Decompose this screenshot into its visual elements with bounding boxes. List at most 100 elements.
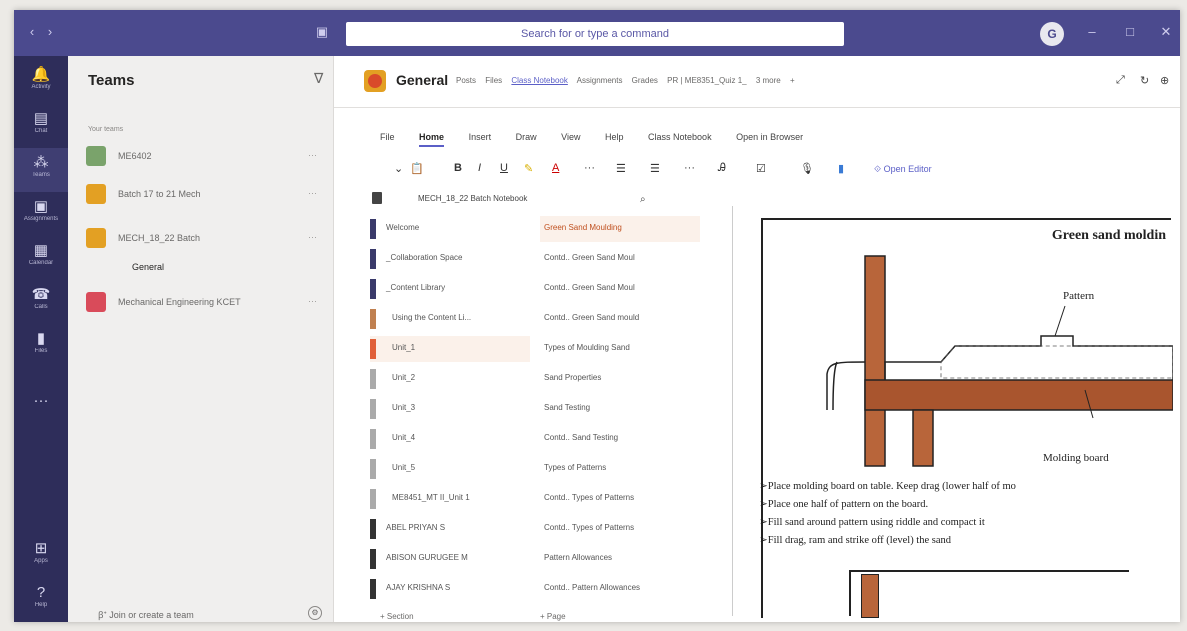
close-icon[interactable]: ✕ <box>1158 24 1174 40</box>
rail-help[interactable]: ? Help <box>14 578 68 622</box>
tab-quiz[interactable]: PR | ME8351_Quiz 1_ <box>667 76 746 85</box>
add-tab-icon[interactable]: + <box>790 76 795 85</box>
section-item[interactable]: Unit_3 <box>370 396 530 422</box>
dictate-icon[interactable]: 🎙 <box>800 162 814 175</box>
maximize-icon[interactable]: □ <box>1122 24 1138 40</box>
add-page-button[interactable]: + Page <box>540 612 566 621</box>
page-item[interactable]: Types of Moulding Sand <box>540 336 700 362</box>
minimize-icon[interactable]: – <box>1084 24 1100 40</box>
open-editor-button[interactable]: ⟐ Open Editor <box>874 164 932 175</box>
section-item[interactable]: Unit_2 <box>370 366 530 392</box>
more-options-icon[interactable]: ··· <box>308 188 317 198</box>
more-options-icon[interactable]: ··· <box>308 296 317 306</box>
tab-more[interactable]: 3 more <box>756 76 781 85</box>
page-item[interactable]: Sand Testing <box>540 396 700 422</box>
team-item[interactable]: Mechanical Engineering KCET ··· <box>86 292 326 314</box>
rail-calls[interactable]: ☎ Calls <box>14 280 68 324</box>
section-item[interactable]: Unit_4 <box>370 426 530 452</box>
underline-icon[interactable]: U <box>500 162 508 174</box>
rail-files[interactable]: ▮ Files <box>14 324 68 368</box>
ribbon-tab-insert[interactable]: Insert <box>469 132 492 142</box>
user-avatar[interactable]: G <box>1040 22 1064 46</box>
search-input[interactable]: Search for or type a command <box>346 22 844 46</box>
section-item[interactable]: Welcome <box>370 216 530 242</box>
team-item[interactable]: MECH_18_22 Batch ··· <box>86 228 326 250</box>
ribbon-tab-draw[interactable]: Draw <box>516 132 537 142</box>
page-item[interactable]: Contd.. Green Sand mould <box>540 306 700 332</box>
more-format-icon[interactable]: ··· <box>584 162 595 174</box>
page-canvas[interactable]: Green sand moldin Pattern Molding board … <box>732 206 1173 618</box>
undo-dropdown-icon[interactable]: ⌄ <box>394 162 403 175</box>
tab-files[interactable]: Files <box>485 76 502 85</box>
rail-calendar[interactable]: ▦ Calendar <box>14 236 68 280</box>
section-item[interactable]: AJAY KRISHNA S <box>370 576 530 602</box>
rail-chat[interactable]: ▤ Chat <box>14 104 68 148</box>
notebook-name[interactable]: MECH_18_22 Batch Notebook <box>418 194 527 203</box>
section-item[interactable]: Unit_5 <box>370 456 530 482</box>
ribbon-tab-class-notebook[interactable]: Class Notebook <box>648 132 712 142</box>
team-item[interactable]: ME6402 ··· <box>86 146 326 168</box>
page-label: Contd.. Types of Patterns <box>544 523 635 532</box>
add-section-button[interactable]: + Section <box>380 612 414 621</box>
team-item[interactable]: Batch 17 to 21 Mech ··· <box>86 184 326 206</box>
refresh-icon[interactable]: ↻ <box>1140 74 1149 87</box>
compose-icon[interactable]: ▣ <box>314 24 330 40</box>
bold-icon[interactable]: B <box>454 162 462 174</box>
rail-teams[interactable]: ⁂ Teams <box>14 148 68 192</box>
section-item[interactable]: ABEL PRIYAN S <box>370 516 530 542</box>
tab-class-notebook[interactable]: Class Notebook <box>511 76 567 85</box>
page-item[interactable]: Sand Properties <box>540 366 700 392</box>
clipboard-icon[interactable]: 📋 <box>410 162 424 175</box>
section-label: _Collaboration Space <box>386 253 463 262</box>
page-item[interactable]: Types of Patterns <box>540 456 700 482</box>
font-color-icon[interactable]: A <box>552 162 559 174</box>
more-options-icon[interactable]: ··· <box>308 232 317 242</box>
section-item[interactable]: Unit_1 <box>370 336 530 362</box>
rail-apps[interactable]: ⊞ Apps <box>14 534 68 578</box>
tag-icon[interactable]: ☑ <box>756 162 766 175</box>
ribbon-tab-open-in-browser[interactable]: Open in Browser <box>736 132 803 142</box>
tab-grades[interactable]: Grades <box>632 76 658 85</box>
tab-posts[interactable]: Posts <box>456 76 476 85</box>
rail-activity[interactable]: 🔔 Activity <box>14 60 68 104</box>
settings-icon[interactable]: ⚙ <box>308 606 322 620</box>
back-icon[interactable]: ‹ <box>24 24 40 40</box>
section-item[interactable]: Using the Content Li... <box>370 306 530 332</box>
ribbon-tab-home[interactable]: Home <box>419 132 445 147</box>
bullets-icon[interactable]: ☰ <box>616 162 626 175</box>
more-apps-button[interactable]: ··· <box>14 386 68 430</box>
section-item[interactable]: _Content Library <box>370 276 530 302</box>
page-label: Contd.. Green Sand Moul <box>544 253 635 262</box>
page-item[interactable]: Pattern Allowances <box>540 546 700 572</box>
page-item[interactable]: Contd.. Sand Testing <box>540 426 700 452</box>
forward-icon[interactable]: › <box>42 24 58 40</box>
page-item[interactable]: Contd.. Pattern Allowances <box>540 576 700 602</box>
ribbon-tab-help[interactable]: Help <box>605 132 624 142</box>
search-icon[interactable]: ⌕ <box>640 194 646 205</box>
page-item[interactable]: Green Sand Moulding <box>540 216 700 242</box>
page-item[interactable]: Contd.. Types of Patterns <box>540 516 700 542</box>
channel-general[interactable]: General <box>132 262 164 272</box>
ribbon-tab-file[interactable]: File <box>380 132 395 142</box>
immersive-reader-icon[interactable]: ▮ <box>838 162 844 175</box>
filter-icon[interactable]: ∇ <box>314 70 323 87</box>
join-create-team[interactable]: ꞵ⁺ Join or create a team <box>98 608 194 621</box>
numbering-icon[interactable]: ☰ <box>650 162 660 175</box>
notebook-icon[interactable] <box>372 192 382 204</box>
globe-icon[interactable]: ⊕ <box>1160 74 1169 87</box>
ribbon-tab-view[interactable]: View <box>561 132 580 142</box>
page-item[interactable]: Contd.. Green Sand Moul <box>540 276 700 302</box>
section-item[interactable]: ABISON GURUGEE M <box>370 546 530 572</box>
rail-assignments[interactable]: ▣ Assignments <box>14 192 68 236</box>
page-item[interactable]: Contd.. Green Sand Moul <box>540 246 700 272</box>
page-item[interactable]: Contd.. Types of Patterns <box>540 486 700 512</box>
tab-assignments[interactable]: Assignments <box>577 76 623 85</box>
highlight-icon[interactable]: ✎ <box>524 162 533 175</box>
expand-icon[interactable]: ⤢ <box>1116 74 1125 87</box>
more-list-icon[interactable]: ··· <box>684 162 695 174</box>
section-item[interactable]: ME8451_MT II_Unit 1 <box>370 486 530 512</box>
more-options-icon[interactable]: ··· <box>308 150 317 160</box>
section-item[interactable]: _Collaboration Space <box>370 246 530 272</box>
italic-icon[interactable]: I <box>478 162 481 174</box>
styles-icon[interactable]: Ꭿ <box>718 162 726 175</box>
